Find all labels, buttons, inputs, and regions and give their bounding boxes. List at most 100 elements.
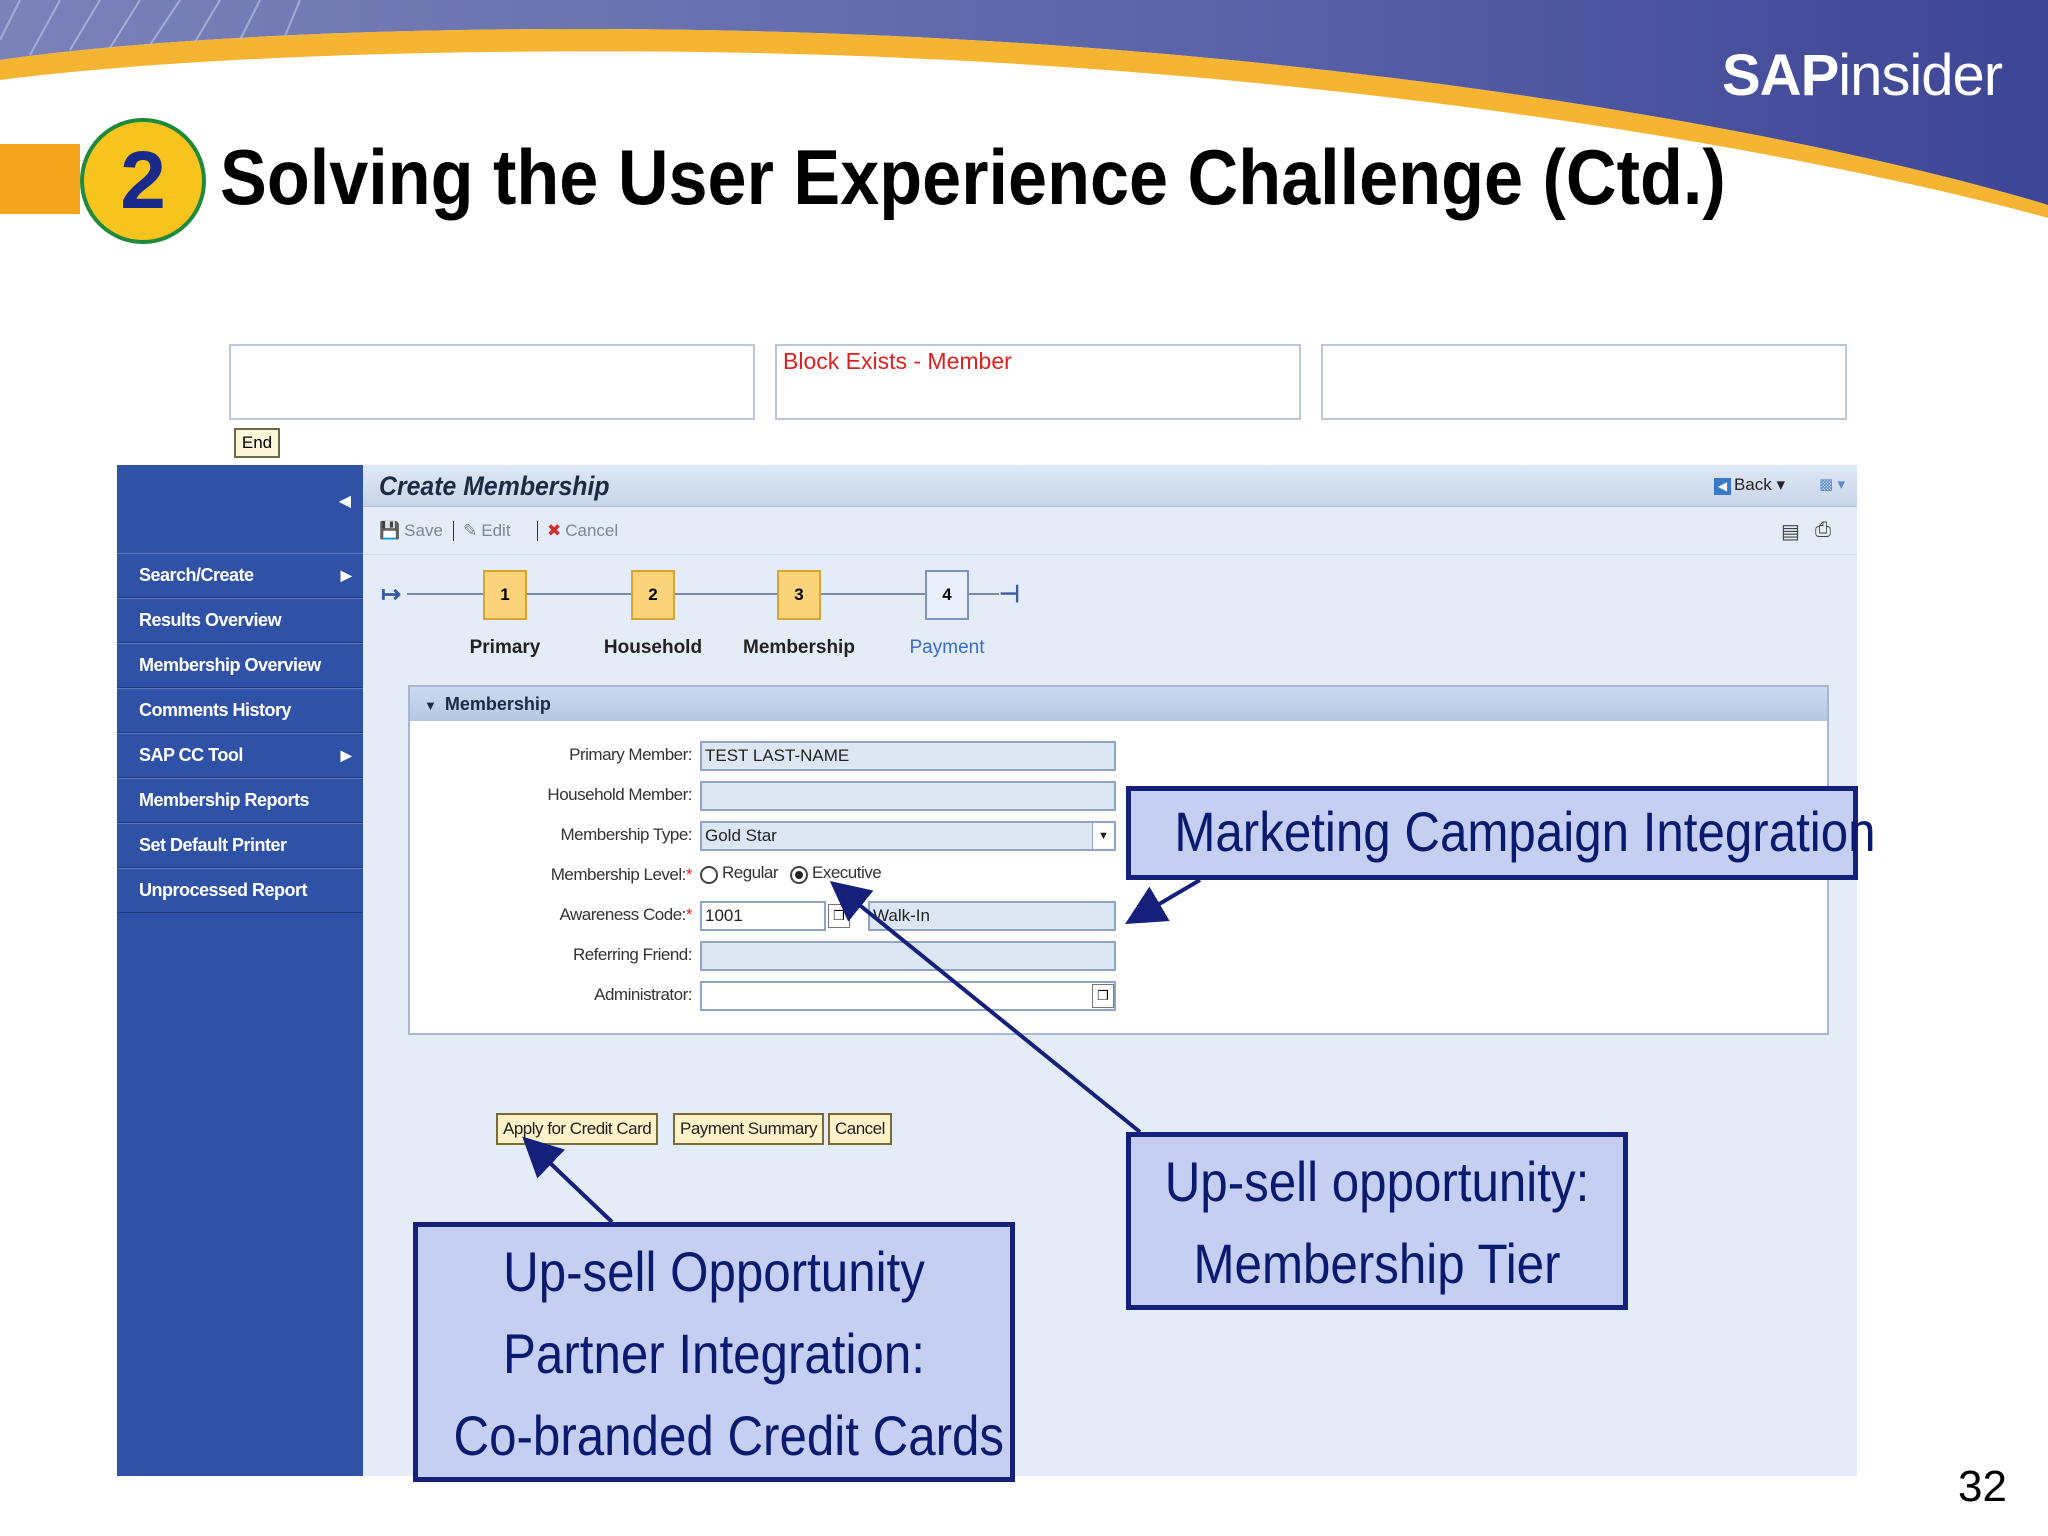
nav-item-unprocessed-report[interactable]: Unprocessed Report xyxy=(117,868,363,913)
forward-button[interactable]: ▩ ▾ xyxy=(1819,475,1845,493)
awareness-code-text: Awareness Code: xyxy=(559,905,687,924)
nav-item-search-create[interactable]: Search/Create ▶ xyxy=(117,553,363,598)
radio-regular-label: Regular xyxy=(722,863,779,882)
roadmap-label-payment: Payment xyxy=(909,637,985,658)
callout-text: Membership Tier xyxy=(1193,1232,1561,1295)
chevron-right-icon: ▶ xyxy=(340,567,352,583)
roadmap-label-household: Household xyxy=(603,637,703,658)
membership-type-label: Membership Type: xyxy=(560,825,692,844)
membership-type-select[interactable]: Gold Star ▼ xyxy=(700,821,1116,851)
nav-item-sap-cc-tool[interactable]: SAP CC Tool ▶ xyxy=(117,733,363,778)
membership-type-value: Gold Star xyxy=(705,826,777,845)
toolbar: 💾 Save ✎ Edit ✖ Cancel ▤ ⎙ xyxy=(363,507,1857,555)
callout-partner-integration: Up-sell Opportunity Partner Integration:… xyxy=(413,1222,1015,1482)
radio-executive[interactable] xyxy=(790,866,808,884)
nav-item-membership-reports[interactable]: Membership Reports xyxy=(117,778,363,823)
roadmap-label-primary: Primary xyxy=(469,637,541,658)
callout-text: Partner Integration: xyxy=(503,1322,925,1385)
payment-summary-button[interactable]: Payment Summary xyxy=(673,1113,825,1145)
callout-text: Up-sell opportunity: xyxy=(1164,1150,1590,1213)
edit-label: Edit xyxy=(481,521,511,540)
primary-member-row: Primary Member: TEST LAST-NAME xyxy=(410,741,1170,771)
nav-item-label: Membership Overview xyxy=(139,655,321,675)
roadmap-step-3[interactable]: 3 xyxy=(777,570,821,620)
message-box-right xyxy=(1321,344,1847,420)
roadmap-connector xyxy=(821,593,925,595)
nav-item-label: Results Overview xyxy=(139,610,282,630)
primary-member-label: Primary Member: xyxy=(569,745,692,764)
nav-header: ◀ xyxy=(117,465,363,553)
cancel-toolbar-button[interactable]: ✖ Cancel xyxy=(547,521,618,541)
nav-item-label: Membership Reports xyxy=(139,790,310,810)
referring-friend-label: Referring Friend: xyxy=(572,945,693,964)
membership-level-label: Membership Level:* xyxy=(550,865,693,885)
nav-item-set-default-printer[interactable]: Set Default Printer xyxy=(117,823,363,868)
toolbar-divider xyxy=(453,521,454,541)
window-titlebar: Create Membership ◀ Back ▾ ▩ ▾ xyxy=(363,465,1857,507)
print-icon[interactable]: ⎙ xyxy=(1815,519,1831,542)
value-help-icon[interactable]: ❐ xyxy=(1092,984,1114,1008)
household-member-label: Household Member: xyxy=(547,785,692,804)
panel-title: Membership xyxy=(444,694,551,714)
awareness-code-row: Awareness Code:* 1001 ❐ Walk-In xyxy=(410,901,1170,931)
membership-type-row: Membership Type: Gold Star ▼ xyxy=(410,821,1170,851)
toolbar-divider xyxy=(537,521,538,541)
administrator-label: Administrator: xyxy=(594,985,692,1004)
nav-item-comments-history[interactable]: Comments History xyxy=(117,688,363,733)
radio-executive-label: Executive xyxy=(812,863,882,882)
callout-text: Marketing Campaign Integration xyxy=(1174,800,1876,863)
error-message: Block Exists - Member xyxy=(783,348,1012,374)
roadmap-step-1[interactable]: 1 xyxy=(483,570,527,620)
household-member-row: Household Member: xyxy=(410,781,1170,811)
message-box-center: Block Exists - Member xyxy=(775,344,1301,420)
slide-title: Solving the User Experience Challenge (C… xyxy=(220,133,1726,221)
panel-header[interactable]: ▼ Membership xyxy=(410,687,1827,721)
callout-marketing-campaign: Marketing Campaign Integration xyxy=(1126,786,1876,880)
nav-item-label: Set Default Printer xyxy=(139,835,287,855)
save-button[interactable]: 💾 Save xyxy=(379,521,443,541)
message-box-left xyxy=(229,344,755,420)
nav-item-results-overview[interactable]: Results Overview xyxy=(117,598,363,643)
section-number-badge: 2 xyxy=(80,118,206,244)
value-help-icon[interactable]: ❐ xyxy=(828,904,850,928)
save-label: Save xyxy=(404,521,443,540)
navigation-bar: ◀ Search/Create ▶ Results Overview Member… xyxy=(117,465,363,1476)
roadmap-connector xyxy=(675,593,777,595)
roadmap-connector xyxy=(407,593,483,595)
list-icon[interactable]: ▤ xyxy=(1781,519,1800,544)
back-label: Back xyxy=(1733,475,1772,494)
edit-button[interactable]: ✎ Edit xyxy=(463,521,511,541)
dropdown-arrow-icon[interactable]: ▼ xyxy=(1092,823,1114,849)
cancel-button[interactable]: Cancel xyxy=(828,1113,892,1145)
edit-icon: ✎ xyxy=(463,521,478,540)
nav-item-label: Unprocessed Report xyxy=(139,880,308,900)
apply-credit-card-button[interactable]: Apply for Credit Card xyxy=(496,1113,659,1145)
roadmap-step-2[interactable]: 2 xyxy=(631,570,675,620)
referring-friend-field[interactable] xyxy=(700,941,1116,971)
referring-friend-row: Referring Friend: xyxy=(410,941,1170,971)
required-marker: * xyxy=(685,905,693,924)
callout-text: Up-sell Opportunity xyxy=(503,1240,925,1303)
membership-level-text: Membership Level: xyxy=(550,865,687,884)
radio-regular[interactable] xyxy=(700,866,718,884)
roadmap-end-icon: ⊣ xyxy=(999,581,1020,608)
nav-item-membership-overview[interactable]: Membership Overview xyxy=(117,643,363,688)
roadmap-start-icon: ↦ xyxy=(381,581,402,608)
collapse-icon[interactable]: ◀ xyxy=(339,491,351,511)
cancel-icon: ✖ xyxy=(547,521,562,540)
roadmap-step-4[interactable]: 4 xyxy=(925,570,969,620)
nav-item-label: SAP CC Tool xyxy=(139,745,243,765)
roadmap-connector xyxy=(969,593,999,595)
awareness-code-description: Walk-In xyxy=(868,901,1116,931)
household-member-field[interactable] xyxy=(700,781,1116,811)
awareness-code-label: Awareness Code:* xyxy=(560,905,693,925)
callout-membership-tier: Up-sell opportunity: Membership Tier xyxy=(1126,1132,1628,1310)
cancel-label: Cancel xyxy=(565,521,619,540)
primary-member-field[interactable]: TEST LAST-NAME xyxy=(700,741,1116,771)
section-marker xyxy=(0,144,80,214)
nav-item-label: Comments History xyxy=(139,700,292,720)
administrator-field[interactable] xyxy=(700,981,1116,1011)
back-button[interactable]: ◀ Back ▾ xyxy=(1713,475,1785,495)
awareness-code-field[interactable]: 1001 xyxy=(700,901,826,931)
end-button[interactable]: End xyxy=(234,428,280,458)
